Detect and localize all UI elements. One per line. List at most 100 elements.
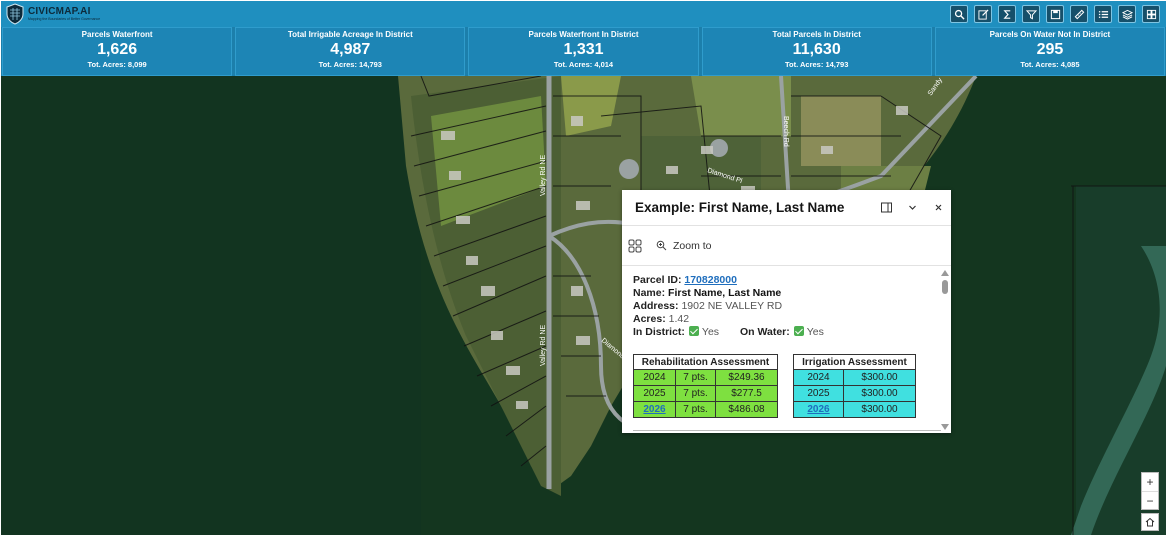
stat-label: Parcels Waterfront In District <box>528 30 639 39</box>
check-icon <box>793 326 804 336</box>
dock-button[interactable] <box>873 198 899 218</box>
layers-icon <box>1121 9 1133 20</box>
satellite-basemap[interactable]: Valley Rd NE Valley Rd NE Diamond Pl Dia… <box>1 76 1166 535</box>
popup-actions: Zoom to <box>622 226 951 266</box>
filter-icon <box>1025 9 1037 19</box>
popup-content: Parcel ID: 170828000 Name: First Name, L… <box>622 267 951 433</box>
irrigation-table-title: Irrigation Assessment <box>793 354 916 370</box>
stat-subtext: Tot. Acres: 4,085 <box>1020 60 1080 69</box>
search-tool[interactable] <box>950 5 968 23</box>
stat-label: Parcels Waterfront <box>81 30 153 39</box>
save-tool[interactable] <box>1046 5 1064 23</box>
search-icon <box>954 9 965 20</box>
on-water-label: On Water: <box>739 326 790 338</box>
zoom-in-button[interactable]: + <box>1142 473 1158 491</box>
ruler-icon <box>1074 9 1084 19</box>
stat-value: 295 <box>1036 41 1064 58</box>
dock-icon <box>880 202 892 213</box>
stat-value: 1,626 <box>97 41 138 58</box>
irrigation-amount: $300.00 <box>843 385 916 402</box>
table-row: 2026 $300.00 <box>793 401 916 418</box>
table-row: 2024 $300.00 <box>793 369 916 386</box>
edit-icon <box>977 8 989 20</box>
stat-subtext: Tot. Acres: 4,014 <box>553 60 614 69</box>
home-button[interactable] <box>1141 513 1159 531</box>
app-header: CIVICMAP.AI Mapping the Boundaries of Be… <box>1 1 1166 27</box>
stat-card: Parcels Waterfront 1,626 Tot. Acres: 8,0… <box>2 27 233 76</box>
layers-tool[interactable] <box>1118 5 1136 23</box>
street-label: Valley Rd NE <box>540 325 547 366</box>
rehab-amount: $249.36 <box>715 369 778 386</box>
in-district-label: In District: <box>633 326 685 338</box>
table-row: 2025 $300.00 <box>793 385 916 402</box>
grid-icon[interactable] <box>628 239 642 253</box>
scroll-thumb[interactable] <box>942 280 948 294</box>
rehab-year: 2024 <box>633 369 676 386</box>
acres-value: 1.42 <box>668 313 690 325</box>
irrigation-year-link[interactable]: 2026 <box>807 404 829 415</box>
grid-icon <box>1146 9 1156 19</box>
zoom-control: + − <box>1141 472 1159 510</box>
basemap-tool[interactable] <box>1142 5 1160 23</box>
street-label: Beech Rd <box>782 116 789 147</box>
rehab-year: 2025 <box>633 385 676 402</box>
irrigation-table: Irrigation Assessment 2024 $300.00 2025 … <box>793 354 916 418</box>
map-view[interactable]: Valley Rd NE Valley Rd NE Diamond Pl Dia… <box>1 76 1166 535</box>
shield-logo-icon <box>6 3 24 25</box>
rehab-points: 7 pts. <box>675 369 716 386</box>
acres-label: Acres: <box>633 313 666 325</box>
sigma-icon <box>1002 9 1010 19</box>
zoom-to-label: Zoom to <box>673 239 712 252</box>
rehab-amount: $486.08 <box>715 401 778 418</box>
stats-bar: Parcels Waterfront 1,626 Tot. Acres: 8,0… <box>1 27 1166 76</box>
divider <box>633 430 941 431</box>
app-logo[interactable]: CIVICMAP.AI Mapping the Boundaries of Be… <box>1 1 100 27</box>
query-tool[interactable] <box>1022 5 1040 23</box>
on-water-value: Yes <box>806 326 824 338</box>
zoom-to-button[interactable]: Zoom to <box>656 240 712 252</box>
close-icon <box>935 204 941 211</box>
list-tool[interactable] <box>1094 5 1112 23</box>
popup-scrollbar[interactable] <box>941 270 949 430</box>
popup-title: Example: First Name, Last Name <box>635 200 845 215</box>
edit-tool[interactable] <box>974 5 992 23</box>
irrigation-year: 2024 <box>793 369 844 386</box>
stat-card: Total Irrigable Acreage In District 4,98… <box>235 27 466 76</box>
app-title: CIVICMAP.AI <box>28 5 91 17</box>
scroll-down-arrow[interactable] <box>941 424 949 430</box>
rehabilitation-table: Rehabilitation Assessment 2024 7 pts. $2… <box>633 354 778 418</box>
stat-subtext: Tot. Acres: 14,793 <box>318 60 382 69</box>
parcel-id-link[interactable]: 170828000 <box>684 274 737 286</box>
rehab-year-link[interactable]: 2026 <box>643 404 665 415</box>
check-icon <box>688 326 699 336</box>
table-row: 2024 7 pts. $249.36 <box>633 369 778 386</box>
stat-label: Total Parcels In District <box>772 30 861 39</box>
parcel-id-label: Parcel ID: <box>633 274 682 286</box>
irrigation-amount: $300.00 <box>843 401 916 418</box>
save-icon <box>1050 9 1060 19</box>
measure-tool[interactable] <box>1070 5 1088 23</box>
feature-popup: Example: First Name, Last Name Zoom to P… <box>622 190 951 433</box>
in-district-value: Yes <box>701 326 720 338</box>
rehab-amount: $277.5 <box>715 385 778 402</box>
list-icon <box>1098 10 1108 18</box>
zoom-out-button[interactable]: − <box>1142 491 1158 509</box>
table-row: 2026 7 pts. $486.08 <box>633 401 778 418</box>
rehab-table-title: Rehabilitation Assessment <box>633 354 778 370</box>
collapse-button[interactable] <box>899 198 925 218</box>
close-button[interactable] <box>925 198 951 218</box>
app-tagline: Mapping the Boundaries of Better Governa… <box>28 16 101 21</box>
rehab-points: 7 pts. <box>675 401 716 418</box>
address-label: Address: <box>633 300 679 312</box>
scroll-up-arrow[interactable] <box>941 270 949 276</box>
owner-name: First Name, Last Name <box>668 287 782 299</box>
stat-subtext: Tot. Acres: 14,793 <box>785 60 849 69</box>
street-label: Valley Rd NE <box>540 155 547 196</box>
rehab-year-cell: 2026 <box>633 401 676 418</box>
stat-value: 11,630 <box>792 41 841 58</box>
sum-tool[interactable] <box>998 5 1016 23</box>
popup-header: Example: First Name, Last Name <box>622 190 951 226</box>
table-row: 2025 7 pts. $277.5 <box>633 385 778 402</box>
stat-value: 1,331 <box>563 41 604 58</box>
name-label: Name: <box>633 287 666 299</box>
